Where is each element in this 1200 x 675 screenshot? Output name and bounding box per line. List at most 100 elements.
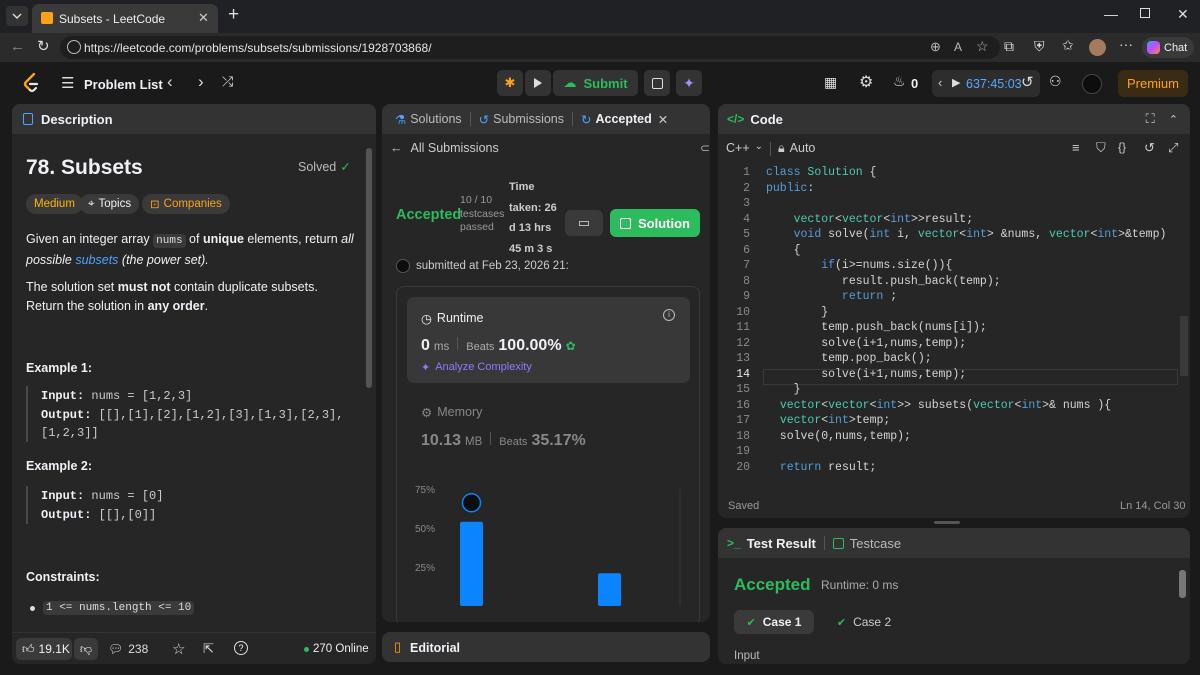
code-editor[interactable]: 1 class Solution {2 public: 3 4 vector<vecto…	[718, 166, 1190, 486]
tab-accepted[interactable]: Accepted	[596, 112, 652, 126]
close-tab-icon[interactable]: ✕	[658, 112, 668, 127]
read-aloud-icon[interactable]: A	[954, 40, 962, 54]
auto-mode[interactable]: 🔒︎ Auto	[778, 141, 815, 156]
distribution-bar[interactable]	[460, 521, 483, 606]
browser-essentials-icon[interactable]: ⛨	[1034, 38, 1045, 55]
braces-icon[interactable]: {}	[1118, 140, 1126, 154]
link-icon[interactable]: ⊂	[700, 141, 710, 155]
add-friend-icon[interactable]: ⚇	[1049, 73, 1062, 90]
premium-button[interactable]: Premium	[1118, 70, 1188, 97]
collapse-icon[interactable]: ⌃	[1169, 113, 1178, 126]
problem-list-label[interactable]: Problem List	[84, 77, 163, 92]
address-field[interactable]: https://leetcode.com/problems/subsets/su…	[60, 36, 1000, 59]
memory-card[interactable]: ⚙ Memory 10.13 MB Beats 35.17%	[421, 397, 691, 457]
result-scrollbar[interactable]	[1179, 570, 1186, 598]
bookmark-icon[interactable]: ⛉	[1096, 140, 1106, 156]
example1-output-cont: [1,2,3]]	[41, 426, 99, 440]
shuffle-icon[interactable]: ⤮	[222, 73, 233, 90]
close-tab-icon[interactable]: ✕	[198, 10, 209, 26]
editor-scrollbar[interactable]	[1180, 316, 1188, 376]
timer-collapse-icon[interactable]: ‹	[938, 75, 942, 90]
next-problem-icon[interactable]: ›	[198, 72, 204, 92]
reset-icon[interactable]: ↺	[1144, 140, 1155, 156]
chat-label: Chat	[1164, 41, 1188, 54]
browser-toolbar: ← ↻ https://leetcode.com/problems/subset…	[0, 33, 1200, 62]
all-submissions-link[interactable]: ← All Submissions	[390, 141, 499, 155]
ai-assist-button[interactable]: ✦	[676, 70, 702, 96]
submit-button[interactable]: ☁ Submit	[553, 70, 638, 96]
panel-resize-handle[interactable]	[934, 521, 960, 524]
statement-bold: unique	[202, 232, 244, 246]
time-taken-l1: Time	[509, 181, 535, 193]
tab-submissions[interactable]: Submissions	[493, 112, 564, 126]
fire-streak-icon[interactable]: ♨	[893, 73, 906, 90]
tab-list-button[interactable]	[6, 6, 28, 26]
tab-testcase[interactable]: Testcase	[850, 536, 901, 551]
favorite-star-icon[interactable]: ☆	[976, 38, 989, 55]
test-result-panel: >_ Test Result Testcase Accepted Runtime…	[718, 528, 1190, 664]
memory-value: 10.13	[421, 432, 462, 449]
distribution-bar[interactable]	[598, 573, 621, 606]
help-icon[interactable]: ?	[234, 641, 248, 655]
line-number: 15	[736, 383, 750, 396]
prev-problem-icon[interactable]: ‹	[167, 72, 173, 92]
check-icon: ✔	[746, 616, 756, 629]
code-line: temp.pop_back();	[766, 352, 932, 365]
submission-status: Accepted	[396, 207, 462, 223]
code-line: solve(0,nums,temp);	[766, 429, 911, 443]
profile-avatar[interactable]	[1089, 39, 1106, 56]
copilot-chat-button[interactable]: Chat	[1142, 37, 1194, 58]
time-taken: Time taken: 26 d 13 hrs 45 m 3 s	[509, 177, 557, 259]
leetcode-favicon	[41, 12, 53, 24]
extensions-icon[interactable]: ⧉	[1004, 38, 1014, 55]
timer-play-icon[interactable]: ▶	[952, 76, 960, 89]
info-icon[interactable]: i	[663, 309, 675, 321]
problem-list-icon[interactable]: ☰	[61, 74, 74, 92]
layout-icon[interactable]: ▦	[824, 74, 837, 91]
subsets-link[interactable]: subsets	[75, 253, 118, 267]
timer-reset-icon[interactable]: ↺	[1021, 73, 1034, 91]
user-avatar[interactable]	[1082, 74, 1102, 94]
topics-button[interactable]: ⌖ Topics	[80, 194, 140, 214]
back-icon[interactable]: ←	[10, 38, 25, 55]
dislike-button[interactable]: 👎︎	[74, 638, 98, 660]
tab-test-result[interactable]: Test Result	[747, 536, 816, 551]
close-window-icon[interactable]: ✕	[1177, 6, 1189, 23]
online-count: 270 Online	[313, 643, 369, 655]
notes-button[interactable]	[644, 70, 670, 96]
run-button[interactable]	[525, 70, 551, 96]
refresh-icon[interactable]: ↻	[37, 37, 50, 55]
restore-icon[interactable]	[1140, 8, 1150, 18]
star-icon[interactable]: ☆	[172, 640, 185, 658]
favorites-icon[interactable]: ✩	[1062, 37, 1074, 54]
editorial-book-button[interactable]: ▭	[565, 210, 603, 236]
fullscreen-icon[interactable]: ⤢	[1168, 140, 1178, 156]
runtime-card[interactable]: ◷ Runtime i 0 ms Beats 100.00% ✿ ✦ Analyze…	[407, 297, 690, 383]
editorial-bar[interactable]: ▯ Editorial	[382, 632, 710, 662]
companies-button[interactable]: ⊡ Companies	[142, 194, 230, 214]
share-icon[interactable]: ⇱	[203, 641, 214, 657]
format-icon[interactable]: ≡	[1072, 140, 1080, 155]
like-count: 19.1K	[38, 642, 70, 656]
comments-button[interactable]: 💬︎ 238	[108, 642, 148, 656]
solution-button[interactable]: Solution	[610, 209, 700, 237]
new-tab-icon[interactable]: +	[228, 4, 239, 26]
case-1-tab[interactable]: ✔ Case 1	[734, 610, 814, 634]
browser-tab[interactable]: Subsets - LeetCode ✕	[32, 4, 218, 33]
minimize-icon[interactable]: —	[1104, 6, 1118, 22]
like-button[interactable]: 👍︎ 19.1K	[16, 638, 72, 660]
maximize-icon[interactable]: ⛶	[1146, 111, 1155, 127]
language-selector[interactable]: C++ ⌄	[726, 141, 763, 155]
leetcode-logo[interactable]	[22, 72, 40, 94]
more-menu-icon[interactable]: ···	[1119, 36, 1133, 52]
site-info-icon[interactable]	[67, 40, 81, 54]
description-scrollbar[interactable]	[366, 148, 372, 388]
debug-button[interactable]: ✱	[497, 70, 523, 96]
tab-code[interactable]: Code	[750, 112, 783, 127]
settings-gear-icon[interactable]: ⚙	[859, 72, 873, 92]
tab-solutions[interactable]: Solutions	[410, 112, 461, 126]
analyze-complexity-link[interactable]: ✦ Analyze Complexity	[421, 361, 532, 374]
zoom-icon[interactable]: ⊕	[930, 39, 941, 55]
tab-description[interactable]: Description	[41, 112, 113, 127]
case-2-tab[interactable]: ✔ Case 2	[826, 610, 902, 634]
